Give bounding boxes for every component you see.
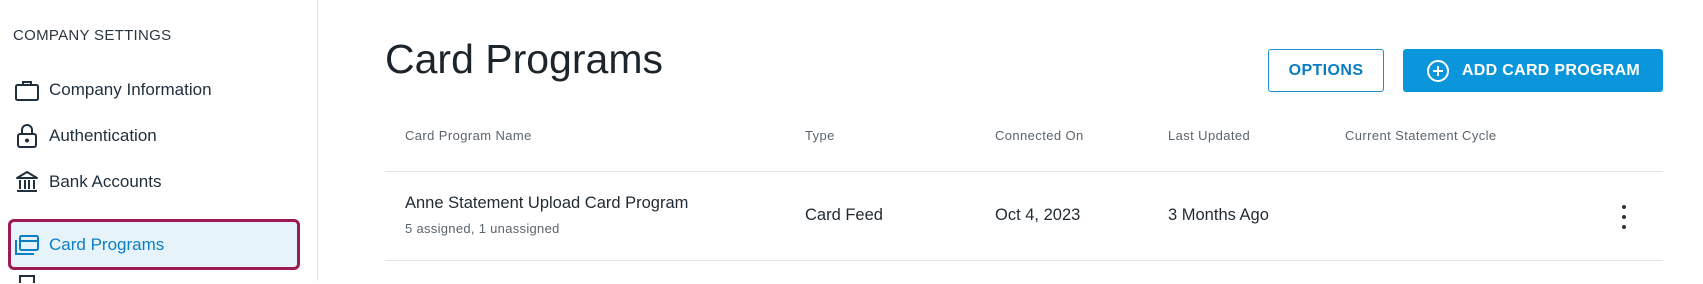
column-header-name[interactable]: Card Program Name [405, 128, 532, 143]
sidebar-item-authentication[interactable]: Authentication [8, 114, 300, 158]
column-header-last-updated[interactable]: Last Updated [1168, 128, 1250, 143]
assignment-summary: 5 assigned, 1 unassigned [405, 221, 560, 236]
sidebar-heading: COMPANY SETTINGS [13, 27, 172, 44]
sidebar-item-next[interactable] [8, 274, 300, 284]
table-header-divider [385, 171, 1663, 172]
column-header-statement-cycle[interactable]: Current Statement Cycle [1345, 128, 1497, 143]
sidebar-item-card-programs[interactable]: Card Programs [8, 219, 300, 270]
table-row-divider [385, 260, 1663, 261]
add-card-program-label: ADD CARD PROGRAM [1461, 61, 1641, 79]
sidebar-item-label: Authentication [49, 126, 157, 145]
document-icon [13, 274, 41, 284]
settings-sidebar: COMPANY SETTINGS Company Information Aut… [0, 0, 318, 284]
card-program-type: Card Feed [805, 206, 883, 224]
column-header-type[interactable]: Type [805, 128, 835, 143]
sidebar-item-company-information[interactable]: Company Information [8, 68, 300, 112]
bank-icon [13, 168, 41, 196]
briefcase-icon [13, 76, 41, 104]
connected-on-date: Oct 4, 2023 [995, 206, 1081, 224]
add-circle-icon [1426, 59, 1450, 83]
column-header-connected-on[interactable]: Connected On [995, 128, 1084, 143]
page-title: Card Programs [385, 36, 663, 82]
card-programs-icon [13, 231, 41, 259]
sidebar-item-bank-accounts[interactable]: Bank Accounts [8, 160, 300, 204]
sidebar-item-label: Card Programs [49, 234, 165, 254]
card-program-name[interactable]: Anne Statement Upload Card Program [405, 194, 688, 213]
row-actions-menu-icon[interactable] [1614, 205, 1634, 229]
lock-icon [13, 122, 41, 150]
sidebar-item-label: Company Information [49, 80, 212, 99]
last-updated: 3 Months Ago [1168, 206, 1269, 224]
sidebar-item-label: Bank Accounts [49, 172, 162, 191]
add-card-program-button[interactable]: ADD CARD PROGRAM [1403, 49, 1663, 92]
options-button[interactable]: OPTIONS [1268, 49, 1384, 92]
